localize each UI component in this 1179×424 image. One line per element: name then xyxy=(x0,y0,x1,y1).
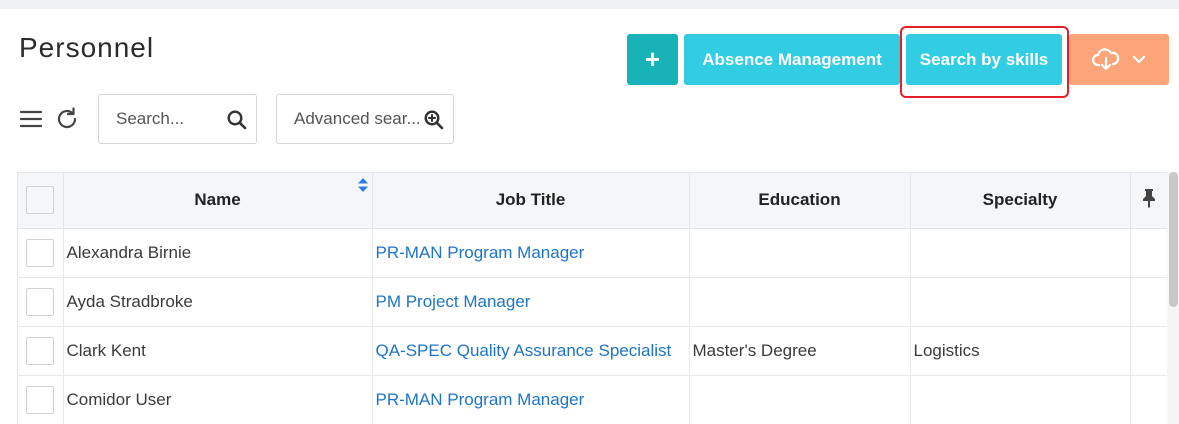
column-header-job-title[interactable]: Job Title xyxy=(372,173,690,229)
cloud-download-icon xyxy=(1092,47,1120,72)
education-cell xyxy=(689,375,911,424)
table-row[interactable]: Clark Kent QA-SPEC Quality Assurance Spe… xyxy=(18,326,1167,376)
table-row[interactable]: Ayda Stradbroke PM Project Manager xyxy=(18,277,1167,327)
add-button[interactable]: + xyxy=(627,34,678,85)
page-title: Personnel xyxy=(19,32,155,63)
column-header-name[interactable]: Name xyxy=(63,173,373,229)
name-cell[interactable]: Comidor User xyxy=(63,375,373,424)
column-header-education[interactable]: Education xyxy=(689,173,911,229)
education-cell xyxy=(689,277,911,327)
row-select-cell xyxy=(18,277,64,327)
pin-column-cell xyxy=(1130,173,1167,229)
pin-cell xyxy=(1130,375,1167,424)
absence-management-button[interactable]: Absence Management xyxy=(684,34,900,85)
column-header-label: Education xyxy=(758,190,841,210)
job-title-link[interactable]: QA-SPEC Quality Assurance Specialist xyxy=(372,326,690,376)
table-row[interactable]: Alexandra Birnie PR-MAN Program Manager xyxy=(18,228,1167,278)
column-header-label: Specialty xyxy=(982,190,1058,210)
sort-icon[interactable] xyxy=(357,177,369,198)
name-cell[interactable]: Ayda Stradbroke xyxy=(63,277,373,327)
pin-cell xyxy=(1130,277,1167,327)
job-title-link[interactable]: PM Project Manager xyxy=(372,277,690,327)
education-cell xyxy=(689,228,911,278)
advanced-search-input[interactable] xyxy=(277,95,427,143)
column-header-specialty[interactable]: Specialty xyxy=(910,173,1131,229)
pin-icon[interactable] xyxy=(1141,188,1157,212)
search-input[interactable] xyxy=(99,95,219,143)
search-by-skills-button[interactable]: Search by skills xyxy=(906,34,1062,85)
row-select-cell xyxy=(18,228,64,278)
job-title-link[interactable]: PR-MAN Program Manager xyxy=(372,228,690,278)
scrollbar-thumb[interactable] xyxy=(1169,172,1178,307)
name-cell[interactable]: Alexandra Birnie xyxy=(63,228,373,278)
row-select-cell xyxy=(18,326,64,376)
table-header-row: Name Job Title Education Specialty xyxy=(18,173,1167,229)
specialty-cell xyxy=(910,375,1131,424)
row-checkbox[interactable] xyxy=(26,238,55,267)
export-button[interactable] xyxy=(1069,34,1169,85)
table-row[interactable]: Comidor User PR-MAN Program Manager xyxy=(18,375,1167,424)
refresh-icon[interactable] xyxy=(54,106,80,132)
column-header-label: Job Title xyxy=(495,190,566,210)
search-box xyxy=(98,94,257,144)
select-all-cell xyxy=(18,173,64,229)
select-all-checkbox[interactable] xyxy=(26,186,55,215)
zoom-plus-icon[interactable] xyxy=(423,109,445,131)
specialty-cell: Logistics xyxy=(910,326,1131,376)
advanced-search-box xyxy=(276,94,454,144)
chevron-down-icon xyxy=(1132,55,1146,65)
row-select-cell xyxy=(18,375,64,424)
name-cell[interactable]: Clark Kent xyxy=(63,326,373,376)
pin-cell xyxy=(1130,228,1167,278)
specialty-cell xyxy=(910,228,1131,278)
column-header-label: Name xyxy=(194,190,241,210)
top-bar xyxy=(0,0,1179,9)
row-checkbox[interactable] xyxy=(26,385,55,414)
education-cell: Master's Degree xyxy=(689,326,911,376)
specialty-cell xyxy=(910,277,1131,327)
job-title-link[interactable]: PR-MAN Program Manager xyxy=(372,375,690,424)
row-checkbox[interactable] xyxy=(26,336,55,365)
pin-cell xyxy=(1130,326,1167,376)
search-icon[interactable] xyxy=(226,109,248,131)
row-checkbox[interactable] xyxy=(26,287,55,316)
menu-icon[interactable] xyxy=(18,106,44,132)
personnel-table: Name Job Title Education Specialty Alexa… xyxy=(17,172,1167,424)
